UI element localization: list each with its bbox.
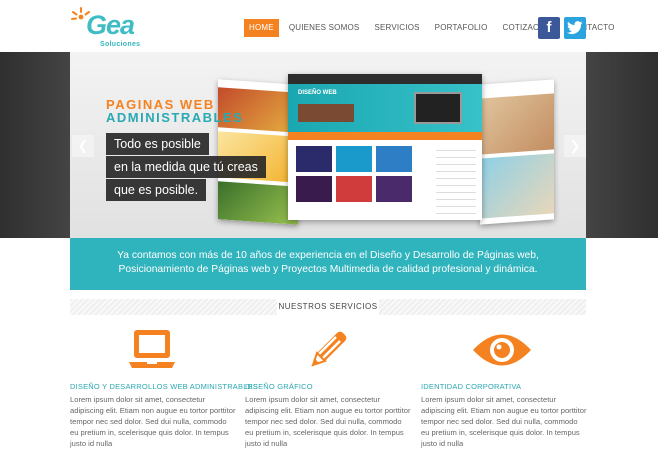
slider-edge-right: [586, 52, 658, 238]
logo-subtitle: Soluciones: [100, 41, 141, 48]
nav-quienes-somos[interactable]: QUIENES SOMOS: [284, 19, 365, 37]
experience-banner: Ya contamos con más de 10 años de experi…: [70, 238, 586, 290]
mockup-hero-title: DISEÑO WEB: [298, 90, 337, 96]
banner-line-1: Ya contamos con más de 10 años de experi…: [117, 250, 539, 261]
mockup-tile: [336, 146, 372, 172]
slider-prev-button[interactable]: ❮: [72, 135, 94, 157]
mockup-side-menu: [436, 144, 476, 214]
mockup-stripe: [288, 132, 482, 140]
mockup-body: [288, 140, 482, 220]
mockup-screenshot-left: [218, 79, 298, 225]
nav-portafolio[interactable]: PORTAFOLIO: [430, 19, 493, 37]
nav-home[interactable]: HOME: [244, 19, 279, 37]
twitter-bird-icon: [567, 21, 583, 35]
slider-edge-left: [0, 52, 70, 238]
pencil-icon: [311, 331, 347, 367]
gea-logo[interactable]: Gea Soluciones: [70, 6, 152, 50]
slider-next-button[interactable]: ❯: [564, 135, 586, 157]
slide-headline-2: ADMINISTRABLES: [106, 110, 244, 125]
mockup-tile: [336, 176, 372, 202]
service-title: DISEÑO GRÁFICO: [245, 382, 313, 391]
mockup-image: [218, 181, 298, 225]
slide-tagline-3: que es posible.: [106, 179, 207, 201]
laptop-icon: [129, 330, 175, 368]
mockup-screenshot-center: DISEÑO WEB: [288, 74, 482, 220]
service-description: Lorem ipsum dolor sit amet, consectetur …: [245, 395, 411, 448]
slide: DISEÑO WEB PAGINAS WEB ADMINISTRABLES To…: [70, 52, 586, 238]
twitter-icon[interactable]: [564, 17, 586, 39]
logo-word: Gea: [86, 10, 135, 40]
mockup-screenshot-right: [480, 79, 554, 225]
service-title: IDENTIDAD CORPORATIVA: [421, 382, 522, 391]
hero-slider: DISEÑO WEB PAGINAS WEB ADMINISTRABLES To…: [0, 52, 658, 238]
eye-icon: [473, 334, 531, 366]
mockup-tile: [376, 146, 412, 172]
service-description: Lorem ipsum dolor sit amet, consectetur …: [70, 395, 236, 448]
mockup-devices-image: [414, 92, 462, 124]
services-heading: NUESTROS SERVICIOS: [277, 299, 379, 315]
mockup-image: [480, 93, 554, 155]
mockup-tile: [296, 176, 332, 202]
mockup-hero-banner: [298, 104, 354, 122]
mockup-hero: DISEÑO WEB: [288, 84, 482, 132]
mockup-tile: [296, 146, 332, 172]
mockup-topbar: [288, 74, 482, 84]
mockup-image: [480, 153, 554, 219]
service-title: DISEÑO Y DESARROLLOS WEB ADMINISTRABLES: [70, 382, 258, 391]
slide-tagline-2: en la medida que tú creas: [106, 156, 266, 178]
service-description: Lorem ipsum dolor sit amet, consectetur …: [421, 395, 587, 448]
facebook-icon[interactable]: f: [538, 17, 560, 39]
banner-line-2: Posicionamiento de Páginas web y Proyect…: [118, 264, 538, 275]
site-header: Gea Soluciones HOME QUIENES SOMOS SERVIC…: [0, 0, 658, 52]
mockup-tile: [376, 176, 412, 202]
nav-servicios[interactable]: SERVICIOS: [369, 19, 424, 37]
slide-tagline-1: Todo es posible: [106, 133, 209, 155]
